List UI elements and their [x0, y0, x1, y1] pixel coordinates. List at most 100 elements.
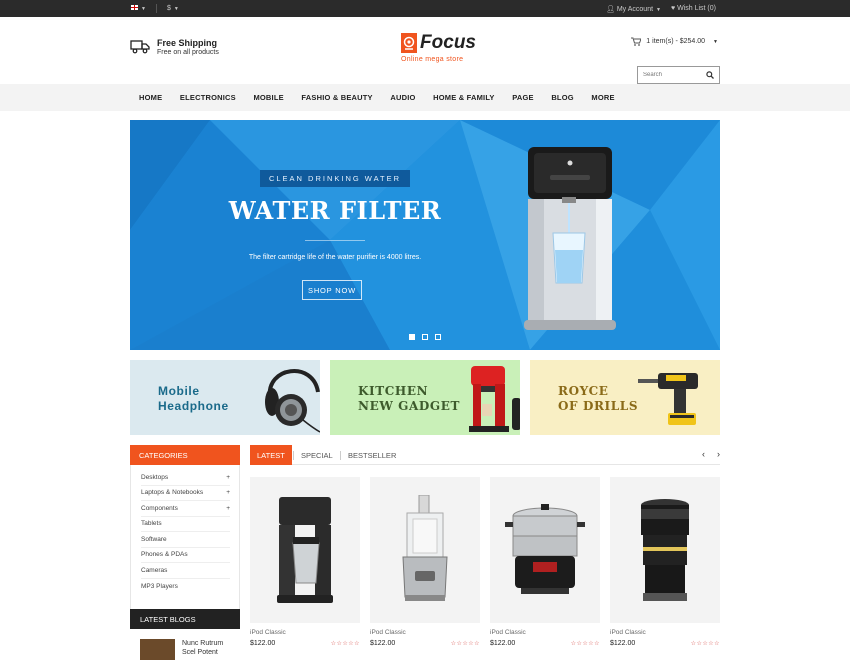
nav-item-blog[interactable]: BLOG	[543, 93, 583, 102]
product-price: $122.00	[250, 640, 276, 647]
store-logo[interactable]: Focus Online mega store	[401, 32, 476, 63]
search-input[interactable]	[643, 72, 703, 78]
blog-thumbnail	[140, 639, 175, 660]
banner-line1: Mobile	[158, 384, 200, 398]
hero-tag: CLEAN DRINKING WATER	[260, 170, 410, 187]
steamer-pot-icon	[505, 504, 585, 594]
search-icon[interactable]	[706, 71, 714, 79]
product-image[interactable]	[370, 477, 480, 623]
slider-dots	[409, 334, 441, 340]
category-label: Desktops	[141, 473, 169, 481]
product-name[interactable]: iPod Classic	[250, 629, 360, 636]
tab-bestseller[interactable]: BESTSELLER	[348, 445, 396, 465]
my-account-link[interactable]: 👤︎ My Account ▼	[606, 5, 661, 13]
logo-tagline: Online mega store	[401, 56, 464, 63]
chevron-down-icon: ▼	[713, 38, 718, 45]
nav-item-audio[interactable]: AUDIO	[382, 93, 425, 102]
shop-now-button[interactable]: SHOP NOW	[302, 280, 362, 300]
chevron-down-icon: ▼	[656, 6, 661, 13]
search-box	[637, 66, 720, 84]
plus-icon[interactable]: +	[226, 489, 230, 496]
wishlist-label: Wish List (0)	[677, 5, 716, 12]
tab-latest[interactable]: LATEST	[250, 445, 292, 465]
slider-dot-2[interactable]	[422, 334, 428, 340]
category-item-desktops[interactable]: Desktops +	[141, 470, 230, 486]
my-account-label: My Account	[616, 5, 654, 13]
category-item-components[interactable]: Components +	[141, 501, 230, 517]
banner-kitchen[interactable]: KITCHEN NEW GADGET	[330, 360, 520, 435]
category-label: Laptops & Notebooks	[141, 489, 204, 497]
headphone-image	[265, 369, 320, 433]
product-card[interactable]: iPod Classic $122.00 ☆☆☆☆☆	[490, 477, 600, 647]
star-rating-icon: ☆☆☆☆☆	[450, 641, 480, 647]
cart-summary[interactable]: 1 item(s) - $254.00 ▼	[631, 37, 718, 46]
food-processor-icon	[402, 495, 448, 601]
nav-item-page[interactable]: PAGE	[503, 93, 542, 102]
currency-label: $	[166, 5, 171, 12]
truck-icon	[130, 40, 150, 54]
hero-slider[interactable]: CLEAN DRINKING WATER WATER FILTER The fi…	[130, 120, 720, 350]
divider	[155, 4, 157, 13]
category-item-cameras[interactable]: Cameras	[141, 563, 230, 579]
banner-line1: ROYCE	[558, 384, 609, 398]
banner-drills[interactable]: ROYCE OF DRILLS	[530, 360, 720, 435]
wishlist-link[interactable]: ♥ Wish List (0)	[671, 5, 716, 12]
coffee-maker-icon	[277, 497, 333, 603]
hero-divider	[305, 240, 365, 241]
banner-line2: Headphone	[158, 399, 229, 413]
language-selector[interactable]: ▼	[131, 5, 146, 12]
product-name[interactable]: iPod Classic	[490, 629, 600, 636]
product-name[interactable]: iPod Classic	[610, 629, 720, 636]
heart-icon: ♥	[670, 5, 676, 12]
slider-dot-3[interactable]	[435, 334, 441, 340]
blog-item[interactable]: Nunc Rutrum Scel Potent	[130, 629, 240, 660]
product-image[interactable]	[250, 477, 360, 623]
latest-blogs-panel: LATEST BLOGS Nunc Rutrum Scel Potent	[130, 609, 240, 660]
nav-item-fashion-beauty[interactable]: FASHIO & BEAUTY	[293, 93, 382, 102]
star-rating-icon: ☆☆☆☆☆	[570, 641, 600, 647]
free-shipping-info: Free Shipping Free on all products	[130, 38, 219, 56]
category-item-laptops[interactable]: Laptops & Notebooks +	[141, 486, 230, 501]
nav-item-more[interactable]: MORE	[583, 93, 624, 102]
product-image[interactable]	[610, 477, 720, 623]
category-item-mp3[interactable]: MP3 Players	[141, 579, 230, 595]
tab-special[interactable]: SPECIAL	[301, 445, 333, 465]
category-label: Cameras	[141, 566, 168, 574]
blog-title-line1: Nunc Rutrum	[182, 640, 224, 647]
plus-icon[interactable]: +	[226, 505, 230, 512]
nav-item-home[interactable]: HOME	[130, 93, 171, 102]
category-item-phones[interactable]: Phones & PDAs	[141, 548, 230, 563]
hero-description: The filter cartridge life of the water p…	[248, 254, 422, 261]
chevron-down-icon: ▼	[141, 6, 146, 12]
product-image[interactable]	[490, 477, 600, 623]
top-bar: ▼ $ ▼ 👤︎ My Account ▼ ♥ Wish List (0)	[0, 0, 850, 17]
category-item-tablets[interactable]: Tablets	[141, 517, 230, 532]
slider-dot-1[interactable]	[409, 334, 415, 340]
shipping-title: Free Shipping	[157, 38, 218, 48]
chevron-right-icon[interactable]: ›	[717, 449, 720, 459]
currency-selector[interactable]: $ ▼	[167, 5, 179, 12]
product-card[interactable]: iPod Classic $122.00 ☆☆☆☆☆	[250, 477, 360, 647]
plus-icon[interactable]: +	[226, 474, 230, 481]
star-rating-icon: ☆☆☆☆☆	[690, 641, 720, 647]
tab-divider	[340, 451, 341, 460]
product-tabs: LATEST SPECIAL BESTSELLER ‹ ›	[250, 445, 720, 465]
logo-mark-icon	[401, 33, 418, 53]
chevron-down-icon: ▼	[173, 6, 179, 12]
categories-heading: CATEGORIES	[130, 445, 240, 465]
nav-item-electronics[interactable]: ELECTRONICS	[171, 93, 245, 102]
product-card[interactable]: iPod Classic $122.00 ☆☆☆☆☆	[370, 477, 480, 647]
banner-line2: NEW GADGET	[358, 399, 461, 413]
nav-item-mobile[interactable]: MOBILE	[245, 93, 293, 102]
banner-headphone[interactable]: Mobile Headphone	[130, 360, 320, 435]
main-nav: HOME ELECTRONICS MOBILE FASHIO & BEAUTY …	[0, 84, 850, 111]
category-item-software[interactable]: Software	[141, 532, 230, 548]
categories-panel: CATEGORIES Desktops + Laptops & Notebooks…	[130, 445, 240, 620]
chevron-left-icon[interactable]: ‹	[702, 449, 705, 459]
camera-lens-icon	[641, 499, 689, 601]
cart-text: 1 item(s) - $254.00	[646, 38, 706, 45]
product-card[interactable]: iPod Classic $122.00 ☆☆☆☆☆	[610, 477, 720, 647]
product-name[interactable]: iPod Classic	[370, 629, 480, 636]
nav-item-home-family[interactable]: HOME & FAMILY	[424, 93, 503, 102]
banner-line2: OF DRILLS	[558, 399, 639, 413]
